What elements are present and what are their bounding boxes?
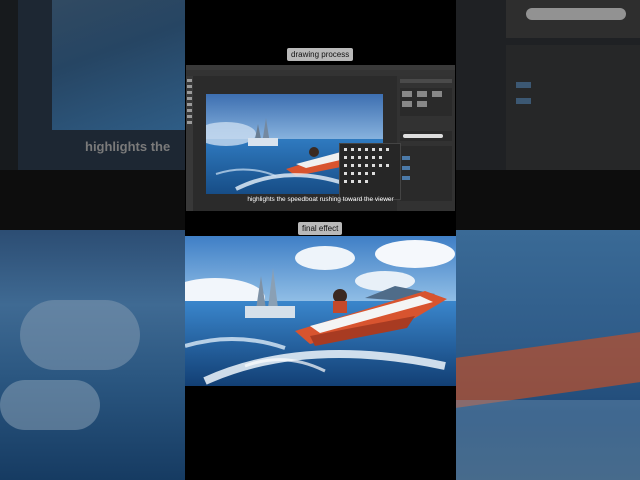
brush-presets-panel[interactable]: [339, 143, 401, 200]
crop-tool-icon[interactable]: [187, 97, 192, 100]
lasso-tool-icon[interactable]: [187, 91, 192, 94]
eraser-tool-icon[interactable]: [187, 109, 192, 112]
final-effect-label: final effect: [298, 222, 343, 235]
select-tool-icon[interactable]: [187, 85, 192, 88]
photoshop-window: [186, 65, 455, 211]
drawing-process-label: drawing process: [287, 48, 354, 61]
move-tool-icon[interactable]: [187, 79, 192, 82]
background-subtitle: highlights the: [85, 139, 171, 154]
tool-bar: [186, 76, 193, 211]
zoom-tool-icon[interactable]: [187, 121, 192, 124]
background-right-blurred-frame: [456, 0, 640, 480]
text-tool-icon[interactable]: [187, 115, 192, 118]
brush-tool-icon[interactable]: [187, 103, 192, 106]
video-subtitle: highlights the speedboat rushing toward …: [247, 196, 394, 203]
layers-panel[interactable]: [397, 76, 455, 211]
final-artwork-image: [185, 236, 456, 386]
background-left-blurred-frame: highlights the: [0, 0, 185, 480]
